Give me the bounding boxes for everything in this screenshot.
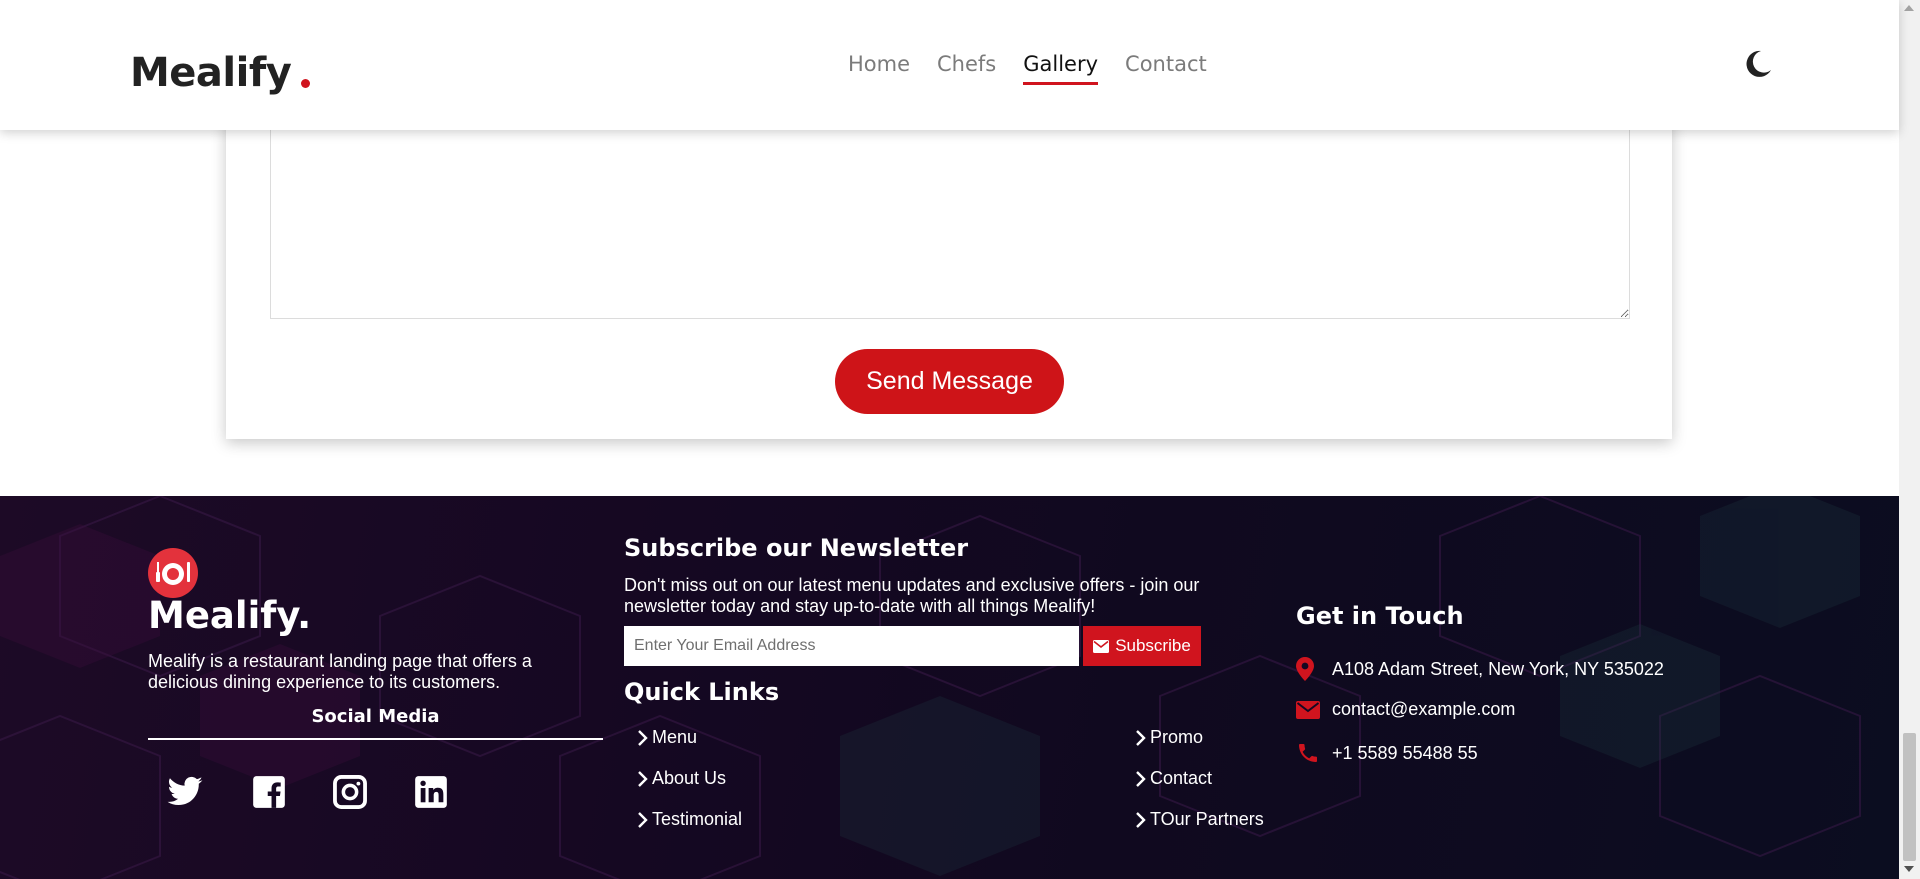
main-nav: Home Chefs Gallery Contact [848,52,1207,85]
quick-link-our-partners[interactable]: TOur Partners [1134,809,1264,830]
subscribe-button[interactable]: Subscribe [1083,626,1201,666]
nav-gallery[interactable]: Gallery [1023,52,1099,85]
envelope-icon [1093,639,1110,653]
scroll-down-arrow-icon[interactable] [1904,866,1914,872]
site-footer: Mealify. Mealify is a restaurant landing… [0,496,1899,879]
moon-icon[interactable] [1742,48,1774,80]
brand-logo[interactable]: Mealify [130,50,311,96]
send-message-button[interactable]: Send Message [835,349,1064,414]
twitter-icon[interactable] [166,773,204,811]
email-input[interactable] [624,626,1079,666]
envelope-icon [1296,700,1324,719]
quick-link-about-us[interactable]: About Us [636,768,726,789]
nav-contact[interactable]: Contact [1125,52,1207,85]
chevron-right-icon [638,770,648,787]
newsletter-title: Subscribe our Newsletter [624,534,969,562]
linkedin-icon[interactable] [412,773,450,811]
footer-brand: Mealify. [148,594,312,637]
plate-icon [148,548,198,598]
page-scrollbar[interactable] [1899,0,1920,879]
phone-icon [1296,741,1324,765]
contact-email[interactable]: contact@example.com [1296,699,1515,720]
site-header: Mealify Home Chefs Gallery Contact [0,0,1899,130]
brand-name[interactable]: Mealify [130,50,292,96]
nav-home[interactable]: Home [848,52,910,85]
quick-link-contact[interactable]: Contact [1134,768,1212,789]
quick-links-title: Quick Links [624,678,780,706]
facebook-icon[interactable] [250,773,288,811]
contact-phone[interactable]: +1 5589 55488 55 [1296,741,1478,765]
chevron-right-icon [1136,811,1146,828]
contact-form-card: Send Message [226,90,1672,439]
newsletter-description: Don't miss out on our latest menu update… [624,575,1200,616]
brand-dot [301,79,311,88]
subscribe-label: Subscribe [1115,636,1191,655]
quick-link-testimonial[interactable]: Testimonial [636,809,742,830]
contact-address: A108 Adam Street, New York, NY 535022 [1296,657,1664,681]
chevron-right-icon [638,811,648,828]
chevron-right-icon [1136,729,1146,746]
map-pin-icon [1296,657,1324,681]
scroll-up-arrow-icon[interactable] [1904,5,1914,11]
scroll-thumb[interactable] [1903,733,1916,861]
get-in-touch-title: Get in Touch [1296,602,1464,630]
chevron-right-icon [1136,770,1146,787]
quick-link-menu[interactable]: Menu [636,727,697,748]
chevron-right-icon [638,729,648,746]
social-media-title: Social Media [311,706,440,727]
instagram-icon[interactable] [331,773,369,811]
social-divider [148,738,603,740]
nav-chefs[interactable]: Chefs [937,52,996,85]
footer-description: Mealify is a restaurant landing page tha… [148,651,532,692]
quick-link-promo[interactable]: Promo [1134,727,1203,748]
